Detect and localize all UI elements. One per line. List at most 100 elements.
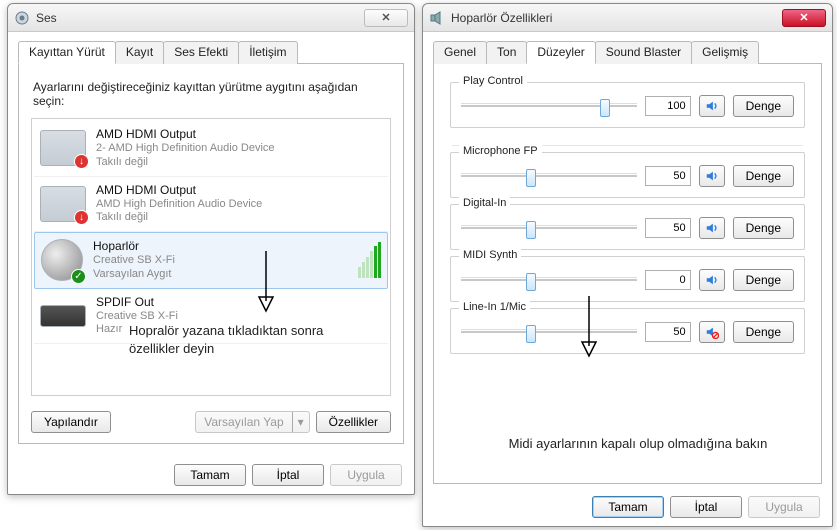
dropdown-icon[interactable]: ▾: [292, 412, 309, 432]
window-title: Ses: [36, 11, 358, 25]
balance-button[interactable]: Denge: [733, 165, 794, 187]
tab-sounds[interactable]: Ses Efekti: [163, 41, 239, 64]
device-text: AMD HDMI Output AMD High Definition Audi…: [96, 183, 382, 226]
unplugged-badge-icon: ↓: [74, 154, 89, 169]
device-name: AMD HDMI Output: [96, 183, 382, 198]
speaker-on-icon: [705, 169, 719, 183]
volume-slider[interactable]: [461, 96, 637, 116]
mute-button[interactable]: [699, 269, 725, 291]
level-group-play-control: Play Control Denge: [450, 82, 805, 128]
playback-panel: Ayarlarını değiştireceğiniz kayıttan yür…: [18, 64, 404, 444]
group-label: Microphone FP: [459, 145, 542, 157]
mute-button[interactable]: [699, 321, 725, 343]
level-group-midi-synth: MIDI Synth Denge: [450, 256, 805, 302]
close-button[interactable]: ✕: [364, 9, 408, 27]
levels-panel: Play Control Denge Microphone FP: [433, 64, 822, 484]
device-sub1: Creative SB X-Fi: [93, 254, 348, 268]
device-sub2: Takılı değil: [96, 156, 382, 170]
speaker-icon: [429, 10, 445, 26]
device-sub2: Varsayılan Aygıt: [93, 268, 348, 282]
speaker-muted-icon: [705, 325, 719, 339]
cancel-button[interactable]: İptal: [252, 464, 324, 486]
dialog-footer: Tamam İptal Uygula: [592, 496, 820, 518]
volume-slider[interactable]: [461, 218, 637, 238]
sound-icon: [14, 10, 30, 26]
speaker-icon: ✓: [41, 239, 83, 281]
device-item[interactable]: ↓ AMD HDMI Output 2- AMD High Definition…: [34, 121, 388, 177]
tab-communications[interactable]: İletişim: [238, 41, 297, 64]
device-item-selected[interactable]: ✓ Hoparlör Creative SB X-Fi Varsayılan A…: [34, 232, 388, 289]
monitor-icon: ↓: [40, 186, 86, 222]
device-list[interactable]: ↓ AMD HDMI Output 2- AMD High Definition…: [31, 118, 391, 396]
tab-advanced[interactable]: Gelişmiş: [691, 41, 759, 64]
tabs: Genel Ton Düzeyler Sound Blaster Gelişmi…: [433, 40, 822, 64]
speaker-on-icon: [705, 273, 719, 287]
ok-button[interactable]: Tamam: [592, 496, 664, 518]
window-title: Hoparlör Özellikleri: [451, 11, 776, 25]
device-text: AMD HDMI Output 2- AMD High Definition A…: [96, 127, 382, 170]
tab-tone[interactable]: Ton: [486, 41, 527, 64]
device-item[interactable]: ↓ AMD HDMI Output AMD High Definition Au…: [34, 177, 388, 233]
apply-button[interactable]: Uygula: [748, 496, 820, 518]
tab-levels[interactable]: Düzeyler: [526, 41, 595, 64]
group-label: Play Control: [459, 75, 527, 87]
volume-value[interactable]: [645, 96, 691, 116]
balance-button[interactable]: Denge: [733, 95, 794, 117]
monitor-icon: ↓: [40, 130, 86, 166]
balance-button[interactable]: Denge: [733, 217, 794, 239]
device-sub1: 2- AMD High Definition Audio Device: [96, 142, 382, 156]
apply-button[interactable]: Uygula: [330, 464, 402, 486]
device-text: SPDIF Out Creative SB X-Fi Hazır: [96, 295, 382, 338]
level-meter: [358, 242, 381, 278]
volume-slider[interactable]: [461, 270, 637, 290]
device-name: SPDIF Out: [96, 295, 382, 310]
tab-sound-blaster[interactable]: Sound Blaster: [595, 41, 692, 64]
balance-button[interactable]: Denge: [733, 269, 794, 291]
device-name: Hoparlör: [93, 239, 348, 254]
properties-button[interactable]: Özellikler: [316, 411, 391, 433]
tab-recording[interactable]: Kayıt: [115, 41, 164, 64]
volume-value[interactable]: [645, 218, 691, 238]
volume-value[interactable]: [645, 166, 691, 186]
level-group-microphone-fp: Microphone FP Denge: [450, 152, 805, 198]
volume-value[interactable]: [645, 322, 691, 342]
default-badge-icon: ✓: [71, 269, 86, 284]
device-item[interactable]: SPDIF Out Creative SB X-Fi Hazır: [34, 289, 388, 345]
volume-value[interactable]: [645, 270, 691, 290]
mute-button[interactable]: [699, 95, 725, 117]
speaker-on-icon: [705, 99, 719, 113]
tabs: Kayıttan Yürüt Kayıt Ses Efekti İletişim: [18, 40, 404, 64]
device-sub1: Creative SB X-Fi: [96, 310, 382, 324]
mute-button[interactable]: [699, 165, 725, 187]
titlebar[interactable]: Ses ✕: [8, 4, 414, 32]
panel-description: Ayarlarını değiştireceğiniz kayıttan yür…: [33, 80, 391, 108]
speaker-on-icon: [705, 221, 719, 235]
cancel-button[interactable]: İptal: [670, 496, 742, 518]
sound-window: Ses ✕ Kayıttan Yürüt Kayıt Ses Efekti İl…: [7, 3, 415, 495]
spdif-icon: [40, 305, 86, 327]
separator: [452, 132, 803, 146]
set-default-label: Varsayılan Yap: [196, 412, 291, 432]
close-button[interactable]: ✕: [782, 9, 826, 27]
speaker-properties-window: Hoparlör Özellikleri ✕ Genel Ton Düzeyle…: [422, 3, 833, 527]
unplugged-badge-icon: ↓: [74, 210, 89, 225]
group-label: MIDI Synth: [459, 249, 521, 261]
level-group-line-in: Line-In 1/Mic Denge: [450, 308, 805, 354]
set-default-button[interactable]: Varsayılan Yap ▾: [195, 411, 309, 433]
configure-button[interactable]: Yapılandır: [31, 411, 111, 433]
titlebar[interactable]: Hoparlör Özellikleri ✕: [423, 4, 832, 32]
device-sub2: Takılı değil: [96, 211, 382, 225]
device-text: Hoparlör Creative SB X-Fi Varsayılan Ayg…: [93, 239, 348, 282]
dialog-footer: Tamam İptal Uygula: [174, 464, 402, 486]
group-label: Line-In 1/Mic: [459, 301, 530, 313]
mute-button[interactable]: [699, 217, 725, 239]
balance-button[interactable]: Denge: [733, 321, 794, 343]
volume-slider[interactable]: [461, 166, 637, 186]
device-sub1: AMD High Definition Audio Device: [96, 198, 382, 212]
level-group-digital-in: Digital-In Denge: [450, 204, 805, 250]
tab-playback[interactable]: Kayıttan Yürüt: [18, 41, 116, 64]
ok-button[interactable]: Tamam: [174, 464, 246, 486]
annotation-text: Midi ayarlarının kapalı olup olmadığına …: [488, 436, 788, 451]
volume-slider[interactable]: [461, 322, 637, 342]
tab-general[interactable]: Genel: [433, 41, 487, 64]
